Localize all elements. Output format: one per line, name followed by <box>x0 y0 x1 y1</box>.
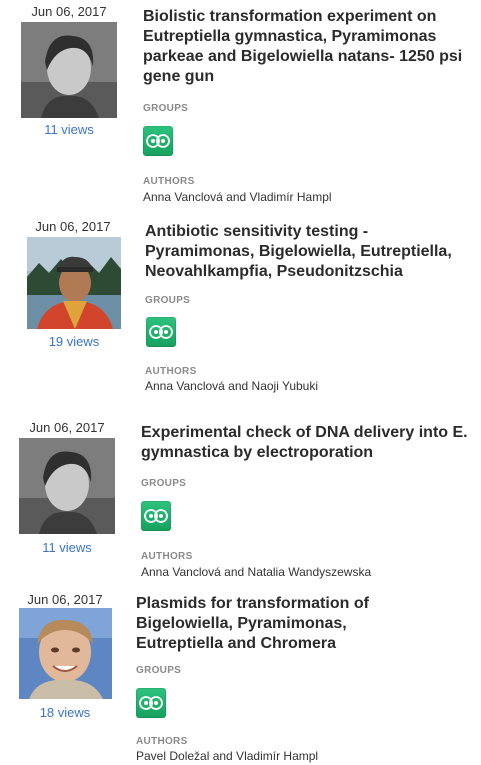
views-link[interactable]: 18 views <box>10 705 120 720</box>
entry-date: Jun 06, 2017 <box>31 4 107 19</box>
protocol-title[interactable]: Plasmids for transformation of Bigelowie… <box>136 594 436 654</box>
authors-text[interactable]: Anna Vanclová and Natalia Wandyszewska <box>141 565 371 579</box>
protocols-group-icon <box>144 509 168 523</box>
authors-text[interactable]: Pavel Doležal and Vladimír Hampl <box>136 749 318 763</box>
authors-label: AUTHORS <box>136 736 188 747</box>
protocols-group-icon <box>139 696 163 710</box>
protocol-title[interactable]: Experimental check of DNA delivery into … <box>141 423 471 463</box>
entry-date: Jun 06, 2017 <box>29 420 105 435</box>
protocol-title[interactable]: Antibiotic sensitivity testing - Pyramim… <box>145 222 470 282</box>
group-badge[interactable] <box>143 126 173 156</box>
groups-label: GROUPS <box>145 295 191 306</box>
authors-label: AUTHORS <box>143 176 195 187</box>
authors-label: AUTHORS <box>141 551 193 562</box>
group-badge[interactable] <box>146 317 176 347</box>
views-link[interactable]: 19 views <box>19 334 129 349</box>
groups-label: GROUPS <box>141 478 187 489</box>
authors-label: AUTHORS <box>145 366 197 377</box>
authors-text[interactable]: Anna Vanclová and Vladimír Hampl <box>143 190 332 204</box>
groups-label: GROUPS <box>136 665 182 676</box>
groups-label: GROUPS <box>143 103 189 114</box>
protocols-group-icon <box>146 134 170 148</box>
author-avatar[interactable] <box>27 237 121 329</box>
protocols-group-icon <box>149 325 173 339</box>
author-avatar[interactable] <box>19 438 115 534</box>
group-badge[interactable] <box>136 688 166 718</box>
author-avatar[interactable] <box>19 608 112 699</box>
entry-date: Jun 06, 2017 <box>35 219 111 234</box>
views-link[interactable]: 11 views <box>14 122 124 137</box>
authors-text[interactable]: Anna Vanclová and Naoji Yubuki <box>145 379 318 393</box>
group-badge[interactable] <box>141 501 171 531</box>
author-avatar[interactable] <box>21 22 117 118</box>
entry-date: Jun 06, 2017 <box>27 592 103 607</box>
views-link[interactable]: 11 views <box>12 540 122 555</box>
protocol-title[interactable]: Biolistic transformation experiment on E… <box>143 7 468 87</box>
